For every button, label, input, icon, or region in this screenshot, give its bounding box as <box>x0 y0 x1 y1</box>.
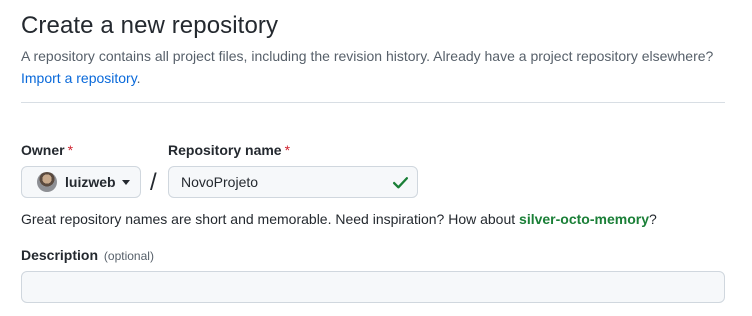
suggested-name-link[interactable]: silver-octo-memory <box>519 211 649 227</box>
description-label: Description (optional) <box>21 245 154 266</box>
description-text: A repository contains all project files,… <box>21 48 714 64</box>
name-hint: Great repository names are short and mem… <box>21 209 657 229</box>
name-hint-suffix: ? <box>648 211 657 227</box>
owner-repo-separator: / <box>150 169 157 196</box>
page-description: A repository contains all project files,… <box>21 45 731 89</box>
owner-label: Owner * <box>21 140 73 160</box>
import-suffix: . <box>136 70 141 86</box>
owner-name: luizweb <box>65 174 116 190</box>
owner-label-text: Owner <box>21 142 65 158</box>
divider <box>21 102 725 103</box>
owner-select-button[interactable]: luizweb <box>21 166 141 198</box>
page-title: Create a new repository <box>21 12 279 39</box>
repository-name-label: Repository name * <box>168 140 290 160</box>
import-repository-link[interactable]: Import a repository <box>21 70 137 86</box>
owner-required-mark: * <box>67 142 74 158</box>
optional-hint: (optional) <box>103 249 154 263</box>
repository-required-mark: * <box>284 142 291 158</box>
name-hint-text: Great repository names are short and mem… <box>21 211 520 227</box>
check-icon <box>392 177 409 189</box>
repository-name-input[interactable] <box>168 166 418 198</box>
repository-name-label-text: Repository name <box>168 142 282 158</box>
avatar <box>37 172 57 192</box>
description-input[interactable] <box>21 271 725 303</box>
description-label-text: Description <box>21 247 99 263</box>
chevron-down-icon <box>121 179 130 185</box>
